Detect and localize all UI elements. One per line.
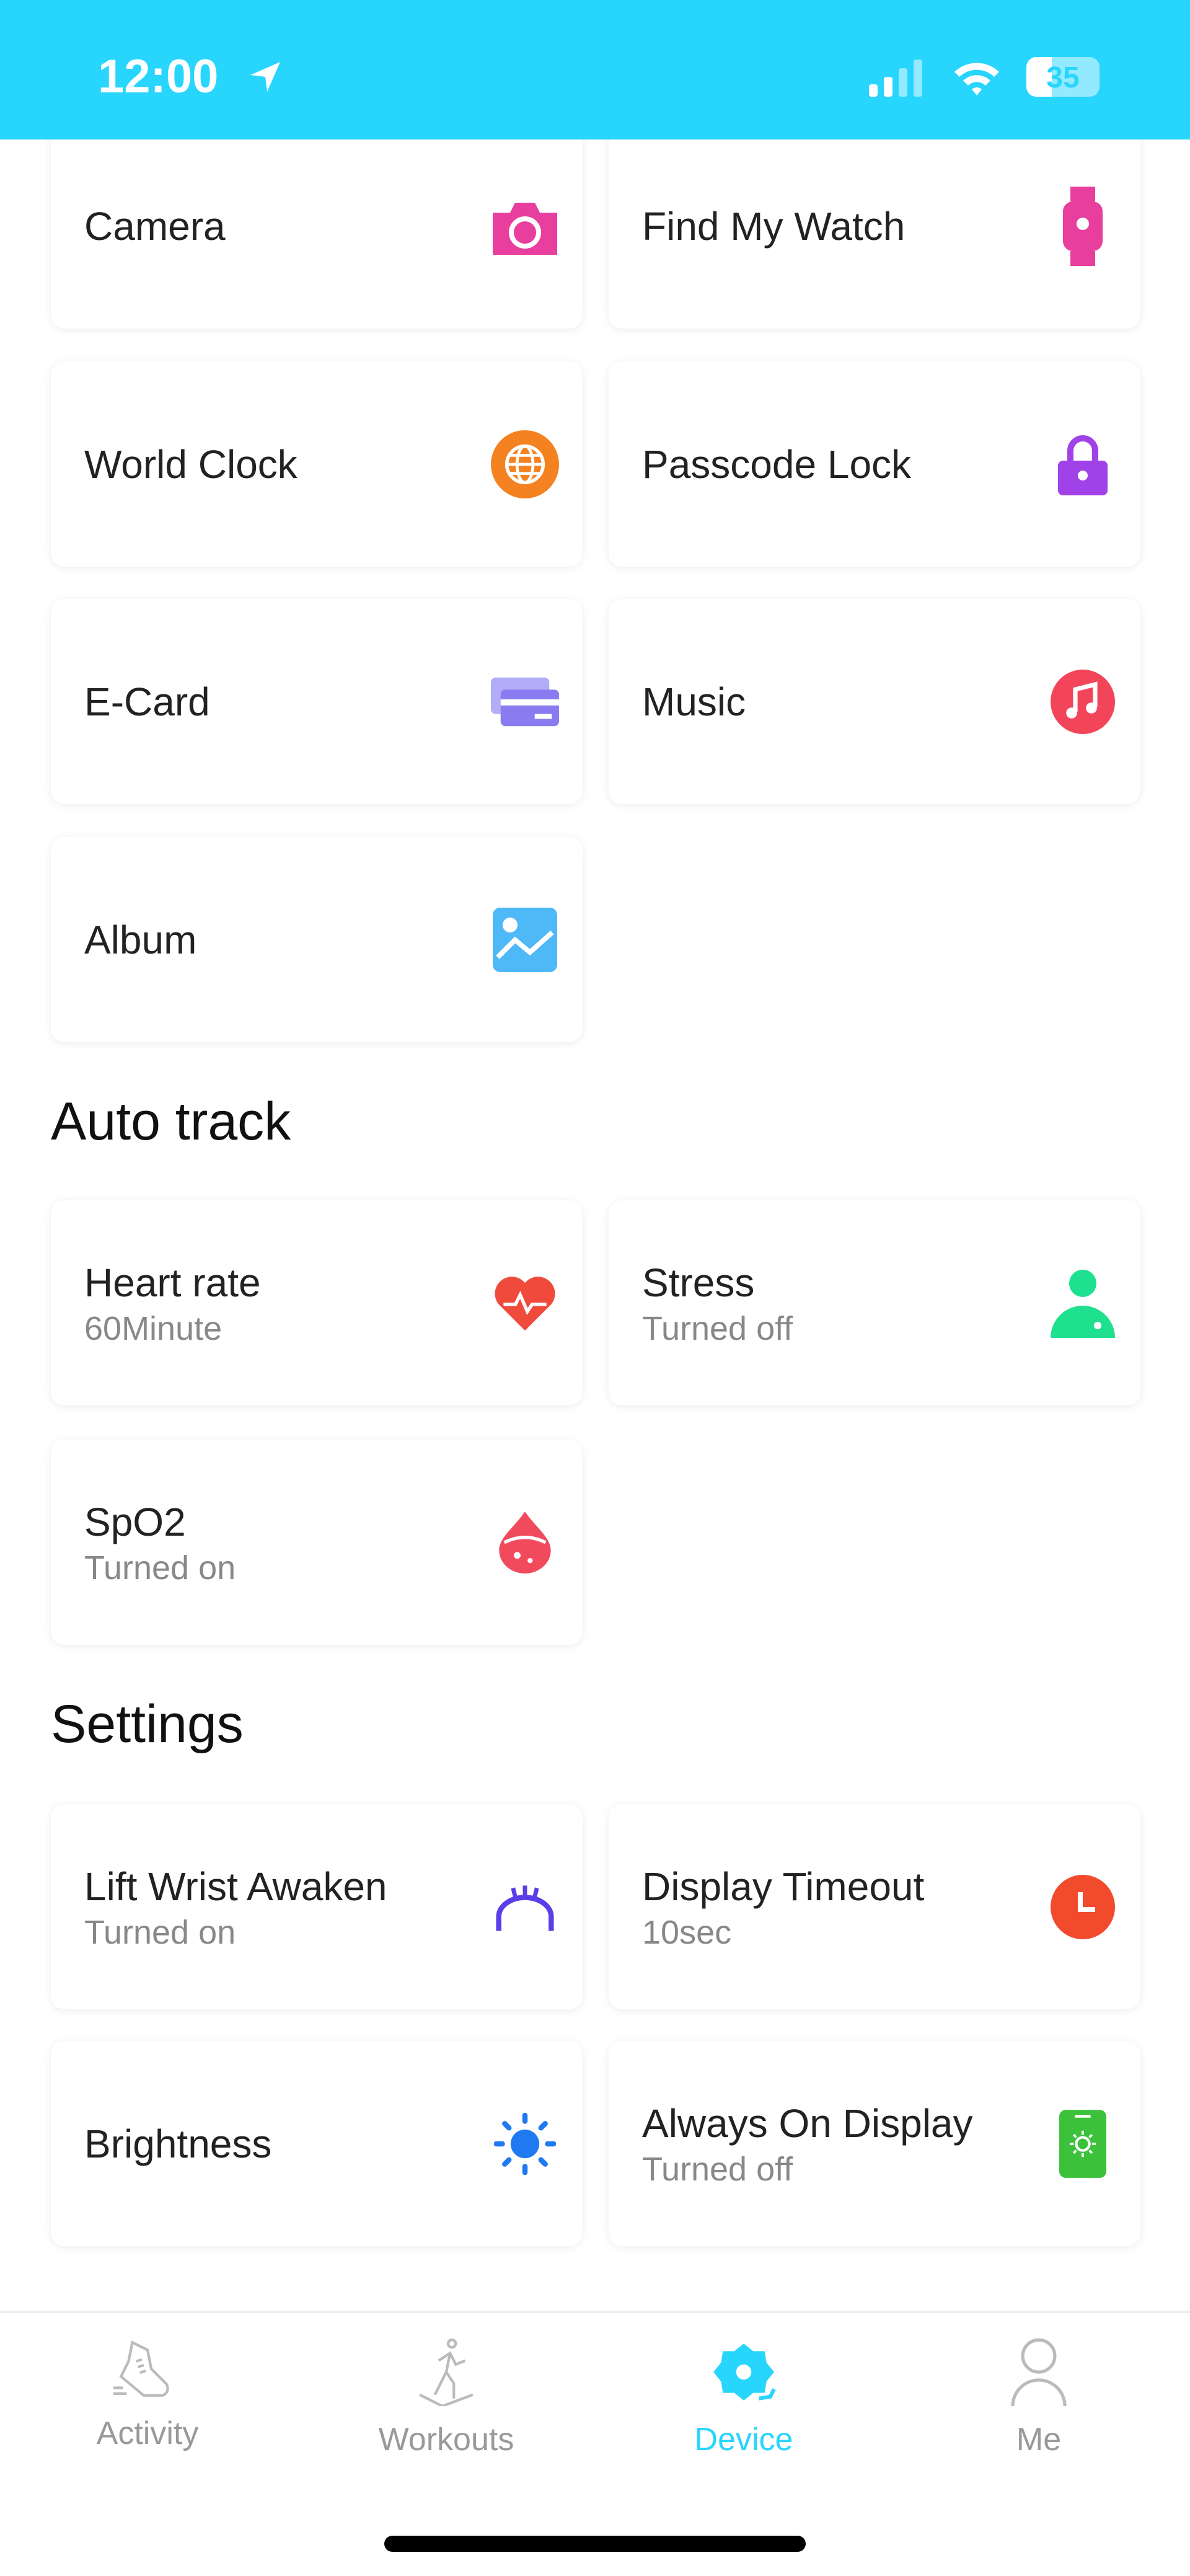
feature-music[interactable]: Music (609, 599, 1140, 804)
runner-icon (419, 2338, 474, 2406)
section-title-auto-track: Auto track (51, 1092, 291, 1151)
person-icon (1049, 1269, 1117, 1338)
tab-workouts[interactable]: Workouts (353, 2338, 539, 2458)
tab-me[interactable]: Me (946, 2338, 1132, 2458)
feature-passcode-lock[interactable]: Passcode Lock (609, 361, 1140, 567)
card-value: Turned on (84, 1549, 236, 1587)
card-label: E-Card (84, 679, 210, 724)
setting-display-timeout[interactable]: Display Timeout 10sec (609, 1804, 1140, 2009)
feature-world-clock[interactable]: World Clock (51, 361, 583, 567)
tab-device[interactable]: Device (651, 2338, 837, 2458)
lock-icon (1049, 430, 1117, 498)
sun-icon (491, 2110, 559, 2178)
device-gear-icon (713, 2344, 776, 2401)
user-icon (1011, 2338, 1067, 2406)
heart-rate-icon (491, 1269, 559, 1337)
tab-activity[interactable]: Activity (55, 2338, 240, 2452)
camera-icon (491, 192, 559, 260)
tab-label: Device (694, 2422, 793, 2458)
feature-find-my-watch[interactable]: Find My Watch (609, 123, 1140, 329)
phone-display-icon (1049, 2109, 1117, 2178)
globe-icon (491, 430, 559, 498)
battery-indicator: 35 (1026, 57, 1100, 97)
setting-lift-wrist-awaken[interactable]: Lift Wrist Awaken Turned on (51, 1804, 583, 2009)
wrist-icon (491, 1873, 559, 1941)
card-value: Turned off (642, 1310, 793, 1347)
card-label: Find My Watch (642, 203, 906, 249)
tab-label: Activity (96, 2415, 199, 2451)
battery-level: 35 (1046, 61, 1080, 94)
feature-camera[interactable]: Camera (51, 123, 583, 329)
status-time: 12:00 (98, 50, 219, 103)
card-label: World Clock (84, 441, 298, 487)
card-label: Music (642, 679, 746, 724)
card-label: Heart rate (84, 1260, 261, 1305)
card-label: Display Timeout (642, 1864, 925, 1909)
card-label: Album (84, 917, 197, 962)
section-title-settings: Settings (51, 1694, 244, 1754)
feature-album[interactable]: Album (51, 837, 583, 1042)
setting-brightness[interactable]: Brightness (51, 2041, 583, 2246)
card-label: Brightness (84, 2121, 272, 2166)
status-bar: 12:00 35 (0, 0, 1190, 139)
music-icon (1049, 668, 1117, 736)
signal-icon (869, 60, 922, 97)
wifi-icon (954, 63, 999, 95)
card-value: Turned on (84, 1914, 236, 1951)
tab-label: Workouts (378, 2422, 514, 2458)
card-label: Camera (84, 203, 226, 249)
card-label: SpO2 (84, 1500, 186, 1544)
location-arrow-icon (250, 62, 280, 92)
card-value: 10sec (642, 1914, 732, 1951)
card-label: Passcode Lock (642, 441, 912, 487)
tab-label: Me (1016, 2422, 1062, 2458)
image-icon (491, 906, 559, 974)
blood-drop-icon (491, 1508, 559, 1577)
clock-icon (1049, 1873, 1117, 1941)
watch-icon (1049, 186, 1117, 266)
auto-track-stress[interactable]: Stress Turned off (609, 1200, 1140, 1405)
setting-always-on-display[interactable]: Always On Display Turned off (609, 2041, 1140, 2246)
feature-e-card[interactable]: E-Card (51, 599, 583, 804)
card-icon (491, 668, 559, 736)
card-value: 60Minute (84, 1310, 223, 1347)
card-label: Stress (642, 1260, 755, 1305)
card-label: Lift Wrist Awaken (84, 1864, 387, 1909)
auto-track-spo2[interactable]: SpO2 Turned on (51, 1440, 583, 1645)
card-value: Turned off (642, 2151, 793, 2188)
home-indicator[interactable] (384, 2536, 806, 2552)
auto-track-heart-rate[interactable]: Heart rate 60Minute (51, 1200, 583, 1405)
card-label: Always On Display (642, 2101, 973, 2146)
shoe-icon (113, 2340, 169, 2397)
